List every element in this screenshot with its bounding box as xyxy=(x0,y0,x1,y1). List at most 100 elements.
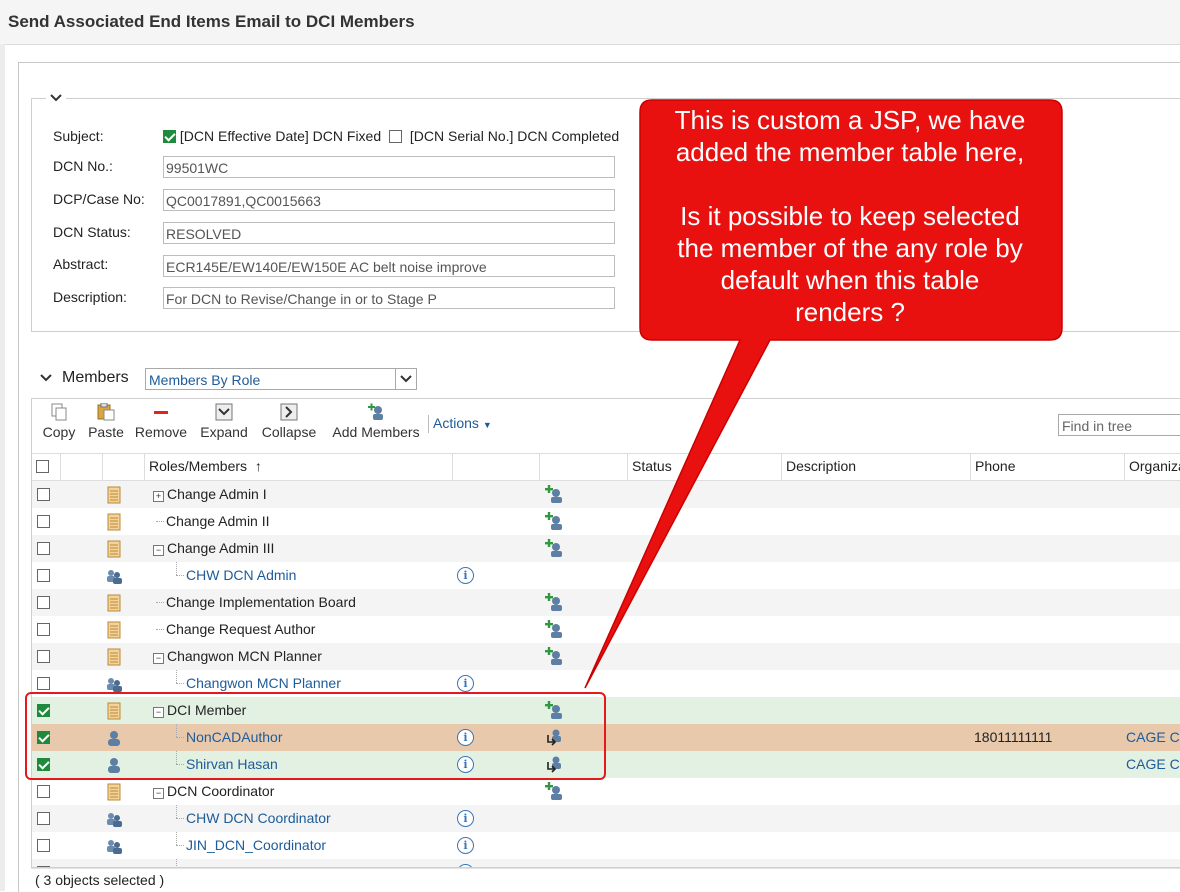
tree-connector xyxy=(156,629,164,630)
member-name[interactable]: JIN_DCN_Coordinator xyxy=(186,837,326,853)
role-row[interactable]: Change Implementation Board xyxy=(32,589,1180,616)
info-icon[interactable]: i xyxy=(457,675,474,692)
row-checkbox[interactable] xyxy=(37,515,50,528)
member-row[interactable]: CHW DCN Admin i xyxy=(32,562,1180,589)
members-title: Members xyxy=(62,369,129,386)
chevron-down-icon[interactable] xyxy=(395,369,416,389)
tree-connector xyxy=(176,818,184,819)
row-checkbox[interactable] xyxy=(37,812,50,825)
remove-button[interactable]: Remove xyxy=(134,403,188,440)
organization-cell[interactable]: CAGE Co xyxy=(1126,729,1180,745)
role-row[interactable]: − DCN Coordinator xyxy=(32,778,1180,805)
add-members-button[interactable]: Add Members xyxy=(328,403,424,440)
col-phone[interactable]: Phone xyxy=(970,454,1124,480)
role-row[interactable]: − Change Admin III xyxy=(32,535,1180,562)
dcp-case-field[interactable]: QC0017891,QC0015663 xyxy=(163,189,615,211)
row-checkbox[interactable] xyxy=(37,650,50,663)
member-row[interactable]: JIN_DCN_Coordinator i xyxy=(32,832,1180,859)
add-user-icon[interactable] xyxy=(544,511,564,531)
table-header-row: Roles/Members ↑ Status Description Phone… xyxy=(32,454,1180,481)
find-in-tree-input[interactable]: Find in tree xyxy=(1058,414,1180,436)
col-organization[interactable]: Organiza xyxy=(1124,454,1180,480)
dialog-titlebar: Send Associated End Items Email to DCI M… xyxy=(0,0,1180,45)
row-checkbox[interactable] xyxy=(37,569,50,582)
member-name[interactable]: Changwon MCN Planner xyxy=(186,675,341,691)
add-user-icon[interactable] xyxy=(544,592,564,612)
abstract-field[interactable]: ECR145E/EW140E/EW150E AC belt noise impr… xyxy=(163,255,615,277)
row-checkbox[interactable] xyxy=(37,488,50,501)
add-user-icon[interactable] xyxy=(544,538,564,558)
subject-option-1-label: [DCN Effective Date] DCN Fixed xyxy=(179,128,382,144)
role-row[interactable]: Change Admin II xyxy=(32,508,1180,535)
members-section-header[interactable]: Members xyxy=(40,369,129,387)
callout-line-3: Is it possible to keep selected xyxy=(680,201,1020,231)
add-user-icon[interactable] xyxy=(544,619,564,639)
role-row[interactable]: Change Request Author xyxy=(32,616,1180,643)
tree-connector xyxy=(156,521,164,522)
callout-line-1: This is custom a JSP, we have xyxy=(674,105,1026,135)
row-checkbox[interactable] xyxy=(37,785,50,798)
role-name: Change Implementation Board xyxy=(166,594,356,610)
member-name[interactable]: CHW DCN Coordinator xyxy=(186,810,331,826)
paste-button[interactable]: Paste xyxy=(86,402,126,440)
tree-expand-icon[interactable]: + xyxy=(153,491,164,502)
row-checkbox[interactable] xyxy=(37,623,50,636)
role-row[interactable]: + Change Admin I xyxy=(32,481,1180,508)
info-icon[interactable]: i xyxy=(457,837,474,854)
row-checkbox[interactable] xyxy=(37,542,50,555)
dcn-status-field[interactable]: RESOLVED xyxy=(163,222,615,244)
callout-line-6: renders ? xyxy=(795,297,905,327)
tree-collapse-icon[interactable]: − xyxy=(153,653,164,664)
tree-collapse-icon[interactable]: − xyxy=(153,545,164,556)
select-all-cell xyxy=(32,454,60,480)
row-checkbox[interactable] xyxy=(37,596,50,609)
copy-button[interactable]: Copy xyxy=(41,403,77,440)
collapse-button[interactable]: Collapse xyxy=(260,403,318,440)
role-row[interactable]: − Changwon MCN Planner xyxy=(32,643,1180,670)
dcn-no-label: DCN No.: xyxy=(53,158,113,174)
row-name-text: Change Admin I xyxy=(167,486,267,502)
add-members-label: Add Members xyxy=(332,424,420,440)
member-row[interactable]: KONZ DCN Coordinatori xyxy=(32,859,1180,867)
toolbar-separator xyxy=(428,415,429,433)
add-user-icon[interactable] xyxy=(544,781,564,801)
actions-menu-button[interactable]: Actions ▼ xyxy=(433,415,492,431)
col-organization-label: Organiza xyxy=(1129,458,1180,474)
col-description[interactable]: Description xyxy=(781,454,970,480)
group-icon xyxy=(105,567,123,585)
role-icon xyxy=(105,486,123,504)
add-user-icon[interactable] xyxy=(544,646,564,666)
info-icon[interactable]: i xyxy=(457,567,474,584)
dcn-no-field[interactable]: 99501WC xyxy=(163,156,615,178)
caret-down-icon: ▼ xyxy=(482,420,492,430)
col-roles-members[interactable]: Roles/Members ↑ xyxy=(144,454,452,480)
phone-cell: 18011111111 xyxy=(974,729,1053,745)
remove-icon xyxy=(152,403,170,421)
role-name: Change Request Author xyxy=(166,621,315,637)
add-user-icon[interactable] xyxy=(544,484,564,504)
row-checkbox[interactable] xyxy=(37,677,50,690)
select-all-checkbox[interactable] xyxy=(36,460,49,473)
col-status[interactable]: Status xyxy=(627,454,781,480)
member-name[interactable]: CHW DCN Admin xyxy=(186,567,296,583)
subject-option-1-checkbox[interactable] xyxy=(163,130,176,143)
description-field[interactable]: For DCN to Revise/Change in or to Stage … xyxy=(163,287,615,309)
tree-connector xyxy=(176,805,177,818)
subject-option-2-checkbox[interactable] xyxy=(389,130,403,143)
members-collapse-chevron-icon[interactable] xyxy=(40,370,54,385)
collapse-label: Collapse xyxy=(261,424,317,440)
tree-collapse-icon[interactable]: − xyxy=(153,788,164,799)
selection-status: ( 3 objects selected ) xyxy=(31,868,1180,891)
highlight-annotation-box xyxy=(25,692,606,780)
info-icon[interactable]: i xyxy=(457,810,474,827)
row-name-text: Changwon MCN Planner xyxy=(186,675,341,691)
members-view-select[interactable]: Members By Role xyxy=(145,368,417,390)
group-icon xyxy=(105,837,123,855)
expand-button[interactable]: Expand xyxy=(199,403,249,440)
row-checkbox[interactable] xyxy=(37,839,50,852)
organization-cell[interactable]: CAGE Co xyxy=(1126,756,1180,772)
member-row[interactable]: CHW DCN Coordinator i xyxy=(32,805,1180,832)
remove-label: Remove xyxy=(134,424,188,440)
fieldset-collapse-chevron-icon[interactable] xyxy=(46,90,66,108)
subject-options: [DCN Effective Date] DCN Fixed [DCN Seri… xyxy=(163,128,619,144)
